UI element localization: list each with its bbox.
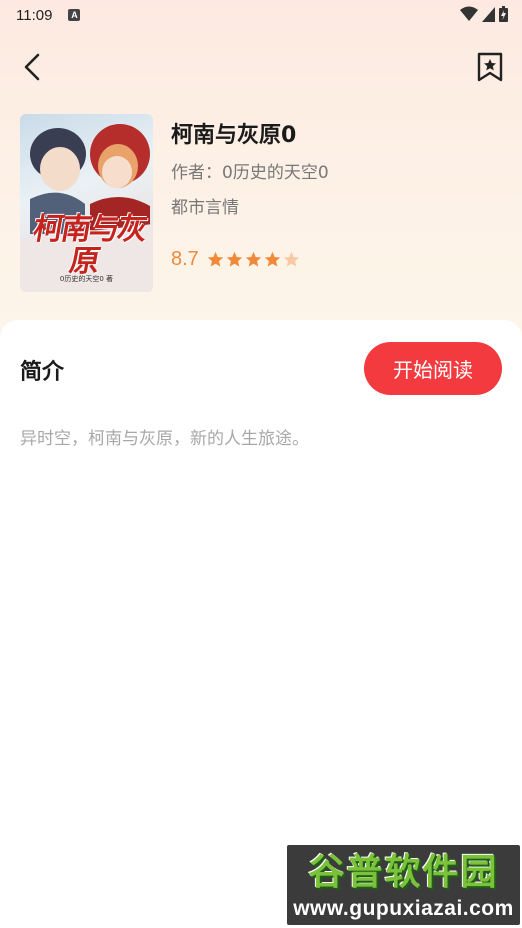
watermark-title: 谷普软件园 [308,852,499,893]
status-time: 11:09 [16,6,53,24]
status-icons [460,6,508,22]
intro-heading: 简介 [20,360,65,385]
wifi-icon [460,6,478,21]
status-bar: 11:09 A [0,0,522,30]
rating-score: 8.7 [171,248,199,270]
intro-text: 异时空，柯南与灰原，新的人生旅途。 [20,429,309,449]
chevron-left-icon [24,53,40,81]
star-filled-icon [264,251,280,267]
cellular-icon [482,6,495,22]
cover-subtitle: 0历史的天空0 著 [59,275,114,283]
bookmark-button[interactable] [474,50,506,84]
intro-panel [0,320,522,928]
watermark-url: www.gupuxiazai.com [293,897,514,920]
book-cover[interactable]: 柯南与灰原 0历史的天空0 著 [20,114,153,292]
star-filled-icon [207,251,223,267]
rating-stars [207,251,300,268]
cover-title: 柯南与灰原 [30,212,149,279]
battery-charging-icon [499,6,508,22]
book-rating: 8.7 [171,248,300,271]
back-button[interactable] [18,50,48,84]
bookmark-star-icon [477,52,503,82]
star-filled-icon [226,251,242,267]
start-reading-button[interactable]: 开始阅读 [364,342,502,395]
book-author: 作者：0历史的天空0 [171,163,329,183]
watermark: 谷普软件园 www.gupuxiazai.com [287,845,520,925]
notification-badge: A [68,9,81,21]
star-empty-icon [283,251,299,267]
book-title: 柯南与灰原0 [171,123,297,148]
book-genre: 都市言情 [171,198,239,218]
star-filled-icon [245,251,261,267]
